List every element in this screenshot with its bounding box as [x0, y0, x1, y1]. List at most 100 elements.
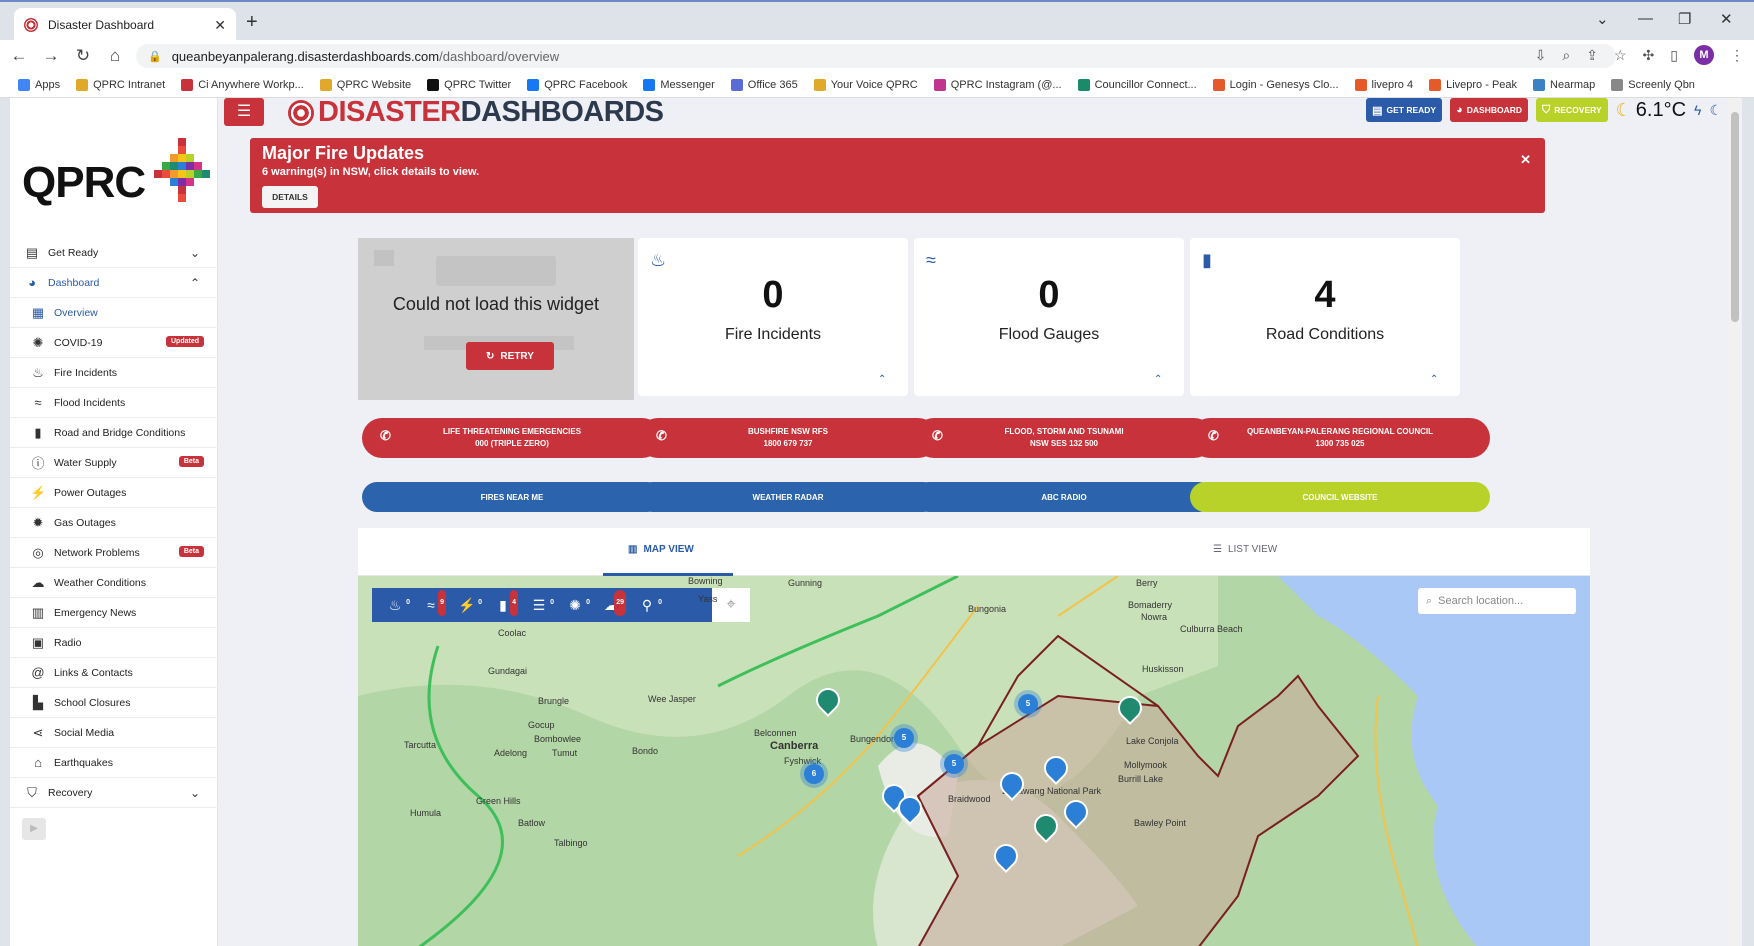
- sidebar-item-fire-incidents[interactable]: ♨ Fire Incidents: [10, 358, 218, 388]
- bookmark-item[interactable]: Messenger: [643, 78, 715, 91]
- fires-near-me-link[interactable]: FIRES NEAR ME: [362, 482, 662, 512]
- menu-kebab-icon[interactable]: ⋮: [1730, 47, 1744, 64]
- sidebar-item-links-contacts[interactable]: @ Links & Contacts: [10, 658, 218, 688]
- alert-details-button[interactable]: DETAILS: [262, 186, 318, 208]
- close-window-icon[interactable]: ✕: [1720, 10, 1733, 28]
- bookmark-item[interactable]: Office 365: [730, 78, 798, 91]
- sidebar-item-radio[interactable]: ▣ Radio: [10, 628, 218, 658]
- marker-cluster[interactable]: 6: [804, 764, 824, 784]
- locate-me-icon[interactable]: ⌖: [712, 588, 750, 622]
- retry-button[interactable]: ↻ RETRY: [466, 342, 554, 370]
- sidebar-item-water-supply[interactable]: ⓘ Water Supply Beta: [10, 448, 218, 478]
- sidebar-item-flood-incidents[interactable]: ≈ Flood Incidents: [10, 388, 218, 418]
- wind-layer-icon[interactable]: ☰ 0: [524, 592, 554, 618]
- sidebar-item-emergency-news[interactable]: ▥ Emergency News: [10, 598, 218, 628]
- bookmark-star-icon[interactable]: ☆: [1614, 47, 1627, 64]
- dark-mode-toggle-icon[interactable]: ☾: [1709, 102, 1722, 119]
- forward-icon[interactable]: →: [38, 46, 64, 66]
- bookmark-item[interactable]: Login - Genesys Clo...: [1212, 78, 1339, 91]
- recovery-button[interactable]: ⛉ RECOVERY: [1535, 98, 1608, 122]
- page-scrollbar[interactable]: [1728, 98, 1742, 946]
- rfs-phone-button[interactable]: ✆ BUSHFIRE NSW RFS 1800 679 737: [638, 418, 938, 458]
- bookmark-item[interactable]: Screenly Qbn: [1611, 78, 1695, 91]
- bookmark-item[interactable]: Livepro - Peak: [1429, 78, 1517, 91]
- sidebar-item-earthquakes[interactable]: ⌂ Earthquakes: [10, 748, 218, 778]
- bookmark-item[interactable]: Apps: [18, 78, 60, 91]
- tab-map-view[interactable]: ▥ MAP VIEW: [628, 544, 694, 555]
- tab-list-view[interactable]: ☰ LIST VIEW: [1213, 544, 1277, 555]
- flood-layer-icon[interactable]: ≈9: [416, 590, 446, 618]
- chevron-down-icon[interactable]: ⌄: [190, 786, 200, 800]
- brand-logo[interactable]: DISASTER DASHBOARDS: [288, 98, 664, 129]
- council-phone-button[interactable]: ✆ QUEANBEYAN-PALERANG REGIONAL COUNCIL 13…: [1190, 418, 1490, 458]
- weather-radar-link[interactable]: WEATHER RADAR: [638, 482, 938, 512]
- back-icon[interactable]: ←: [6, 46, 32, 66]
- sidebar-item-dashboard[interactable]: ◕ Dashboard ⌃: [10, 268, 218, 298]
- marker-cluster[interactable]: 5: [944, 754, 964, 774]
- bookmark-item[interactable]: Nearmap: [1533, 78, 1595, 91]
- hamburger-menu-button[interactable]: ☰: [224, 98, 264, 126]
- restore-icon[interactable]: ❐: [1678, 10, 1691, 28]
- chevron-up-icon[interactable]: ⌃: [1154, 374, 1162, 385]
- get-ready-button[interactable]: ▤ GET READY: [1366, 98, 1443, 122]
- sidebar-item-overview[interactable]: ▦ Overview: [10, 298, 218, 328]
- home-icon[interactable]: ⌂: [102, 46, 128, 66]
- marker-cluster[interactable]: 5: [894, 728, 914, 748]
- chevron-down-icon[interactable]: ⌄: [190, 246, 200, 260]
- chevron-up-icon[interactable]: ⌃: [878, 374, 886, 385]
- close-tab-icon[interactable]: ✕: [214, 17, 226, 34]
- chevron-up-icon[interactable]: ⌃: [1430, 374, 1438, 385]
- side-panel-icon[interactable]: ▯: [1670, 47, 1678, 64]
- bookmark-item[interactable]: QPRC Twitter: [427, 78, 511, 91]
- tab-search-icon[interactable]: ⌄: [1596, 10, 1609, 28]
- lightning-icon[interactable]: ϟ: [1694, 102, 1701, 118]
- dashboard-button[interactable]: ◕ DASHBOARD: [1450, 98, 1528, 122]
- abc-radio-link[interactable]: ABC RADIO: [914, 482, 1214, 512]
- share-icon[interactable]: ⇪: [1586, 47, 1598, 64]
- power-layer-icon[interactable]: ⚡ 0: [452, 592, 482, 618]
- scrollbar-thumb[interactable]: [1731, 112, 1739, 322]
- bookmark-item[interactable]: Ci Anywhere Workp...: [181, 78, 304, 91]
- fire-incidents-card[interactable]: ♨ 0 Fire Incidents ⌃: [638, 238, 908, 396]
- sidebar-item-covid-19[interactable]: ✺ COVID-19 Updated: [10, 328, 218, 358]
- sidebar-item-network-problems[interactable]: ◎ Network Problems Beta: [10, 538, 218, 568]
- alert-close-icon[interactable]: ✕: [1520, 152, 1531, 168]
- emergency-000-button[interactable]: ✆ LIFE THREATENING EMERGENCIES 000 (TRIPL…: [362, 418, 662, 458]
- address-bar[interactable]: 🔒 queanbeyanpalerang.disasterdashboards.…: [136, 44, 1616, 68]
- sidebar-item-weather-conditions[interactable]: ☁ Weather Conditions: [10, 568, 218, 598]
- bookmark-item[interactable]: Your Voice QPRC: [813, 78, 918, 91]
- bookmark-item[interactable]: QPRC Intranet: [76, 78, 165, 91]
- zoom-icon[interactable]: ⌕: [1562, 47, 1570, 64]
- bookmark-item[interactable]: QPRC Instagram (@...: [933, 78, 1062, 91]
- sidebar-item-social-media[interactable]: ⋖ Social Media: [10, 718, 218, 748]
- chevron-up-icon[interactable]: ⌃: [190, 276, 200, 290]
- sidebar-item-school-closures[interactable]: ▙ School Closures: [10, 688, 218, 718]
- bookmark-item[interactable]: QPRC Facebook: [527, 78, 627, 91]
- ses-phone-button[interactable]: ✆ FLOOD, STORM AND TSUNAMI NSW SES 132 50…: [914, 418, 1214, 458]
- sidebar-item-recovery[interactable]: ⛉ Recovery ⌄: [10, 778, 218, 808]
- sidebar-item-power-outages[interactable]: ⚡ Power Outages: [10, 478, 218, 508]
- sidebar-item-road-and-bridge-conditions[interactable]: ▮ Road and Bridge Conditions: [10, 418, 218, 448]
- browser-tab[interactable]: Disaster Dashboard ✕: [14, 8, 236, 42]
- water-layer-icon[interactable]: ⚲ 0: [632, 592, 662, 618]
- flood-gauges-card[interactable]: ≈ 0 Flood Gauges ⌃: [914, 238, 1184, 396]
- collapse-toggle-icon[interactable]: ▶: [22, 818, 46, 840]
- minimize-icon[interactable]: —: [1638, 10, 1653, 27]
- new-tab-icon[interactable]: +: [246, 11, 258, 34]
- install-icon[interactable]: ⇩: [1535, 47, 1547, 64]
- bookmark-item[interactable]: livepro 4: [1354, 78, 1413, 91]
- bookmark-item[interactable]: Councillor Connect...: [1077, 78, 1197, 91]
- map-search-input[interactable]: ⌕ Search location...: [1418, 588, 1576, 614]
- weather-layer-icon[interactable]: ☁ 29: [596, 590, 626, 618]
- sidebar-item-gas-outages[interactable]: ✹ Gas Outages: [10, 508, 218, 538]
- council-website-link[interactable]: COUNCIL WEBSITE: [1190, 482, 1490, 512]
- reload-icon[interactable]: ↻: [70, 46, 96, 66]
- lock-icon[interactable]: 🔒: [148, 50, 162, 63]
- road-conditions-card[interactable]: ▮ 4 Road Conditions ⌃: [1190, 238, 1460, 396]
- snow-layer-icon[interactable]: ✺ 0: [560, 592, 590, 618]
- fire-layer-icon[interactable]: ♨ 0: [380, 592, 410, 618]
- profile-avatar[interactable]: M: [1694, 45, 1714, 65]
- map-canvas[interactable]: ♨ 0 ≈9 ⚡ 0 ▮ 4 ☰ 0 ✺ 0 ☁ 29 ⚲ 0 ⌖ ⌕ Search location... …: [358, 576, 1590, 946]
- bookmark-item[interactable]: QPRC Website: [319, 78, 411, 91]
- marker-cluster[interactable]: 5: [1018, 694, 1038, 714]
